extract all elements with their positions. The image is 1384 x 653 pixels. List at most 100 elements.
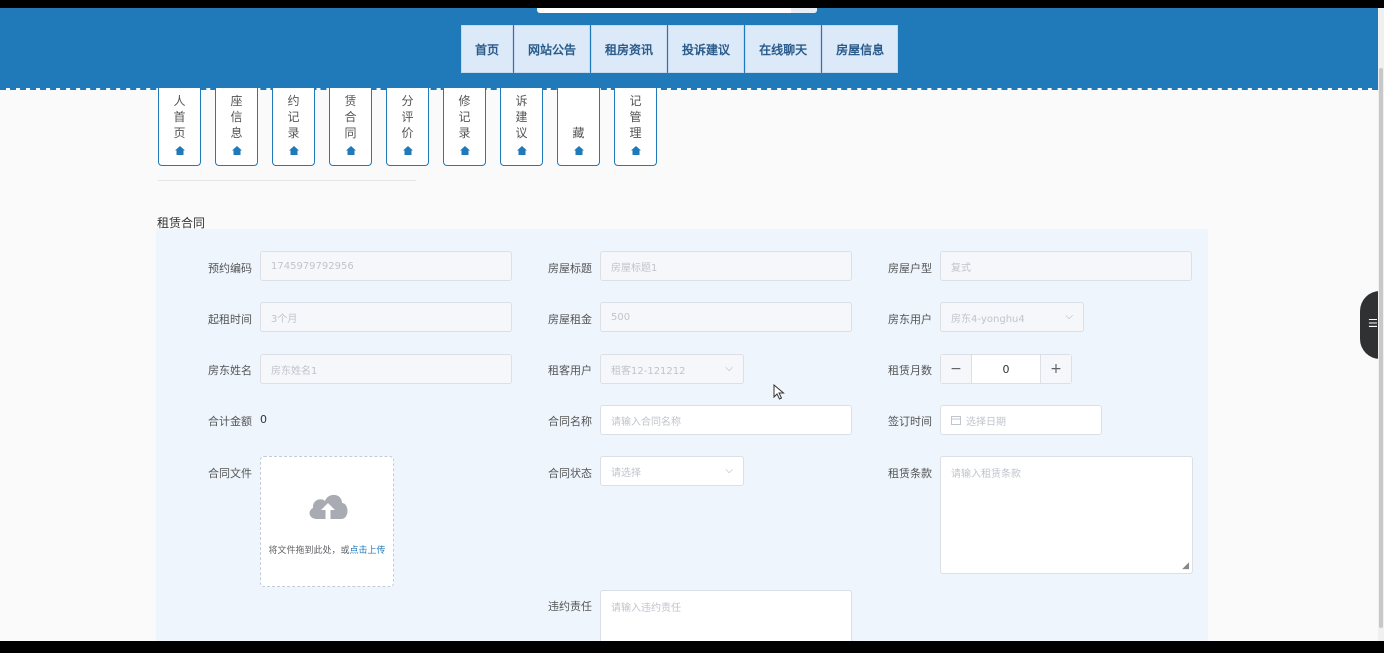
- tile-label-char: 评: [401, 110, 414, 124]
- house-rent-label: 房屋租金: [548, 313, 592, 326]
- landlord-user-value: 房东4-yonghu4: [951, 313, 1025, 325]
- house-title-label: 房屋标题: [548, 262, 592, 275]
- side-menu-tile[interactable]: 藏: [557, 88, 600, 166]
- rent-period-field: 3个月: [260, 302, 512, 332]
- breach-liability-placeholder: 请输入违约责任: [611, 603, 681, 614]
- viewport: 首页 网站公告 租房资讯 投诉建议 在线聊天 房屋信息 人首页座信息约记录赁合同…: [0, 8, 1384, 641]
- search-button[interactable]: [791, 8, 817, 13]
- tile-label: 人首页: [159, 93, 200, 141]
- contract-name-label: 合同名称: [548, 415, 592, 428]
- tile-label-char: 议: [515, 126, 528, 140]
- tile-label-char: 分: [401, 94, 414, 108]
- tile-label: 藏: [558, 125, 599, 141]
- side-menu-tile[interactable]: 分评价: [386, 88, 429, 166]
- tile-label-char: 息: [230, 126, 243, 140]
- house-rent-field: 500: [600, 302, 852, 332]
- decrement-button[interactable]: −: [941, 355, 971, 383]
- tile-label-char: 座: [230, 94, 243, 108]
- search-input[interactable]: [537, 8, 817, 13]
- house-type-field: 复式: [940, 251, 1192, 281]
- side-menu-tile[interactable]: 赁合同: [329, 88, 372, 166]
- contract-file-label: 合同文件: [208, 467, 252, 480]
- side-menu-tile[interactable]: 约记录: [272, 88, 315, 166]
- upload-link[interactable]: 点击上传: [350, 546, 386, 556]
- tile-label-char: 价: [401, 126, 414, 140]
- tenant-user-value: 租客12-121212: [611, 365, 686, 377]
- chevron-down-icon: ⌵: [725, 363, 733, 374]
- contract-status-placeholder: 请选择: [611, 467, 641, 479]
- house-type-label: 房屋户型: [888, 262, 932, 275]
- tile-label-char: 合: [344, 110, 357, 124]
- scrollbar-thumb[interactable]: [1379, 68, 1383, 628]
- breach-liability-label: 违约责任: [548, 600, 592, 613]
- landlord-name-label: 房东姓名: [208, 364, 252, 377]
- main-nav: 首页 网站公告 租房资讯 投诉建议 在线聊天 房屋信息: [461, 25, 899, 73]
- resize-grip-icon[interactable]: ◢: [1182, 561, 1189, 571]
- landlord-user-select: 房东4-yonghu4 ⌵: [940, 302, 1084, 332]
- landlord-name-field: 房东姓名1: [260, 354, 512, 384]
- nav-announcements[interactable]: 网站公告: [514, 25, 591, 73]
- nav-rental-news[interactable]: 租房资讯: [591, 25, 668, 73]
- side-menu-tile[interactable]: 修记录: [443, 88, 486, 166]
- side-menu-tile[interactable]: 人首页: [158, 88, 201, 166]
- lease-terms-textarea[interactable]: 请输入租赁条款 ◢: [940, 456, 1193, 574]
- side-menu-tile[interactable]: 记管理: [614, 88, 657, 166]
- landlord-user-label: 房东用户: [888, 313, 932, 326]
- side-menu-tile[interactable]: 诉建议: [500, 88, 543, 166]
- tenant-user-label: 租客用户: [548, 364, 592, 377]
- tile-label-char: 建: [515, 110, 528, 124]
- tile-label: 约记录: [273, 93, 314, 141]
- rent-period-label: 起租时间: [208, 313, 252, 326]
- tile-label-char: 修: [458, 94, 471, 108]
- tile-label-char: 记: [629, 94, 642, 108]
- tile-label-char: 同: [344, 126, 357, 140]
- lease-terms-placeholder: 请输入租赁条款: [951, 469, 1021, 480]
- tile-label-char: 理: [629, 126, 642, 140]
- nav-online-chat[interactable]: 在线聊天: [745, 25, 822, 73]
- tile-label-char: 人: [173, 94, 186, 108]
- house-title-value: 房屋标题1: [611, 262, 658, 274]
- nav-house-info[interactable]: 房屋信息: [822, 25, 899, 73]
- side-menu-tile[interactable]: 座信息: [215, 88, 258, 166]
- tile-label-char: 藏: [572, 126, 585, 140]
- total-amount-label: 合计金额: [208, 415, 252, 428]
- increment-button[interactable]: +: [1041, 355, 1071, 383]
- home-icon: [402, 146, 413, 155]
- cloud-upload-icon: [309, 494, 348, 519]
- home-icon: [630, 146, 641, 155]
- tile-label-char: 信: [230, 110, 243, 124]
- lease-months-value[interactable]: 0: [971, 355, 1041, 383]
- contract-status-select[interactable]: 请选择 ⌵: [600, 456, 744, 486]
- home-icon: [231, 146, 242, 155]
- nav-complaints[interactable]: 投诉建议: [668, 25, 745, 73]
- tiles-divider: [158, 180, 416, 181]
- landlord-name-value: 房东姓名1: [271, 365, 318, 377]
- contract-name-input[interactable]: 请输入合同名称: [600, 405, 852, 435]
- header: 首页 网站公告 租房资讯 投诉建议 在线聊天 房屋信息: [0, 8, 1378, 88]
- booking-code-label: 预约编码: [208, 262, 252, 275]
- lease-terms-label: 租赁条款: [888, 467, 932, 480]
- side-menu-tiles: 人首页座信息约记录赁合同分评价修记录诉建议藏记管理: [158, 88, 671, 166]
- breach-liability-textarea[interactable]: 请输入违约责任: [600, 590, 852, 641]
- booking-code-field: 1745979792956: [260, 251, 512, 281]
- contract-file-upload[interactable]: 将文件拖到此处，或点击上传: [260, 456, 394, 587]
- tile-label: 分评价: [387, 93, 428, 141]
- tile-label-char: 诉: [515, 94, 528, 108]
- house-type-value: 复式: [951, 262, 971, 274]
- tile-label: 修记录: [444, 93, 485, 141]
- tile-label-char: 记: [287, 110, 300, 124]
- lease-months-label: 租赁月数: [888, 364, 932, 377]
- home-icon: [573, 146, 584, 155]
- home-icon: [174, 146, 185, 155]
- tile-label-char: 约: [287, 94, 300, 108]
- tile-label: 记管理: [615, 93, 656, 141]
- home-icon: [345, 146, 356, 155]
- tile-label-char: 首: [173, 110, 186, 124]
- contract-name-placeholder: 请输入合同名称: [611, 416, 681, 428]
- nav-home[interactable]: 首页: [461, 25, 514, 73]
- upload-hint: 将文件拖到此处，或点击上传: [261, 543, 393, 556]
- tile-label: 赁合同: [330, 93, 371, 141]
- booking-code-value: 1745979792956: [271, 260, 354, 272]
- sign-time-picker[interactable]: 选择日期: [940, 405, 1102, 435]
- tile-label-char: 管: [629, 110, 642, 124]
